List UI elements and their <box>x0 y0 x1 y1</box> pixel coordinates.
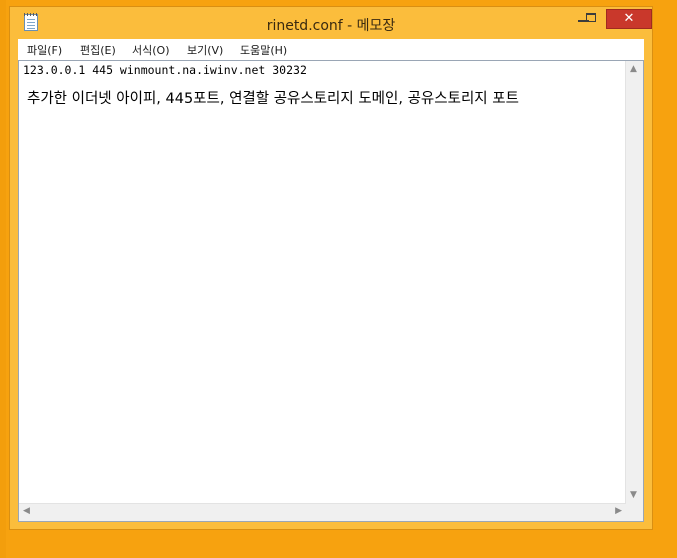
text-line-2: 추가한 이더넷 아이피, 445포트, 연결할 공유스토리지 도메인, 공유스토… <box>27 91 519 107</box>
close-icon: ✕ <box>623 11 635 26</box>
menu-help[interactable]: 도움말(H) <box>240 42 287 58</box>
text-content[interactable]: 123.0.0.1 445 winmount.na.iwinv.net 3023… <box>23 63 621 499</box>
scrollbar-corner <box>626 504 643 521</box>
desktop-background <box>0 0 6 558</box>
scroll-left-icon[interactable]: ◀ <box>23 507 30 516</box>
maximize-icon <box>586 13 596 22</box>
scroll-down-icon[interactable]: ▼ <box>630 491 637 500</box>
vertical-scrollbar[interactable]: ▲ ▼ <box>625 61 643 504</box>
text-editor[interactable]: 123.0.0.1 445 winmount.na.iwinv.net 3023… <box>18 60 644 522</box>
menu-file[interactable]: 파일(F) <box>27 42 62 58</box>
horizontal-scrollbar[interactable]: ◀ ▶ <box>19 503 626 521</box>
menu-bar: 파일(F) 편집(E) 서식(O) 보기(V) 도움말(H) <box>18 39 644 60</box>
maximize-button[interactable] <box>579 9 605 29</box>
notepad-window: rinetd.conf - 메모장 ✕ 파일(F) 편집(E) 서식(O) 보기… <box>9 6 653 530</box>
text-line-1: 123.0.0.1 445 winmount.na.iwinv.net 3023… <box>23 63 307 77</box>
menu-format[interactable]: 서식(O) <box>132 42 169 58</box>
title-bar[interactable]: rinetd.conf - 메모장 ✕ <box>10 7 652 39</box>
scroll-right-icon[interactable]: ▶ <box>615 507 622 516</box>
menu-edit[interactable]: 편집(E) <box>80 42 116 58</box>
close-button[interactable]: ✕ <box>606 9 652 29</box>
window-title: rinetd.conf - 메모장 <box>266 18 396 34</box>
menu-view[interactable]: 보기(V) <box>187 42 223 58</box>
scroll-up-icon[interactable]: ▲ <box>630 65 637 74</box>
